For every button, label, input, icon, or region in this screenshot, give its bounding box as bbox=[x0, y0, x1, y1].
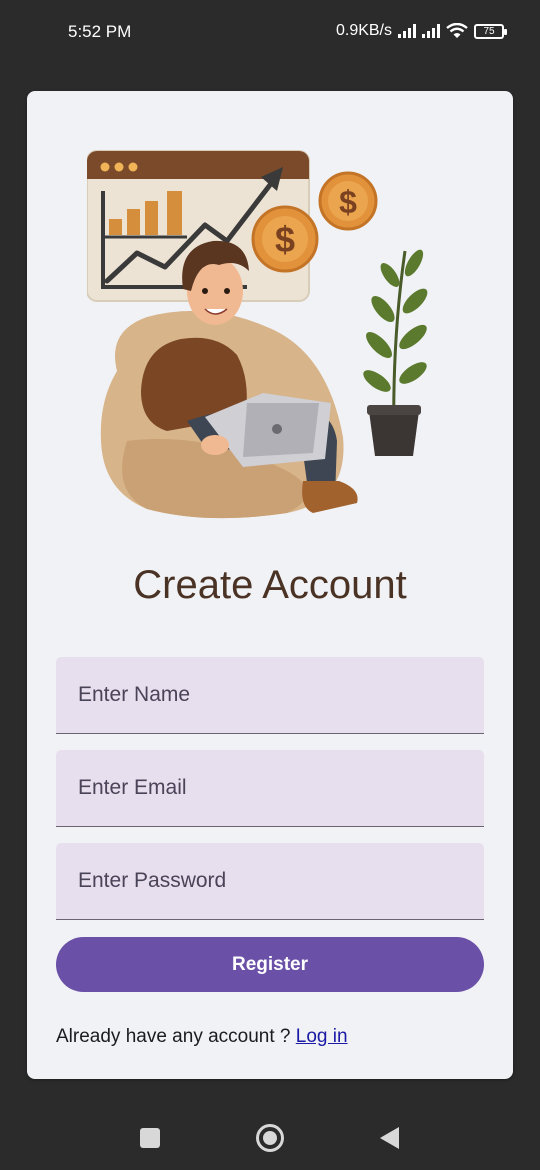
page-title: Create Account bbox=[133, 563, 407, 607]
signal-icon bbox=[422, 24, 440, 38]
svg-text:$: $ bbox=[339, 184, 357, 220]
battery-icon: 75 bbox=[474, 23, 507, 39]
email-field[interactable] bbox=[56, 750, 484, 827]
login-row: Already have any account ? Log in bbox=[56, 1026, 348, 1048]
navigation-bar bbox=[0, 1110, 540, 1170]
register-card: $ $ Create Account Enter Name Enter Emai… bbox=[27, 91, 513, 1079]
password-field[interactable] bbox=[56, 843, 484, 920]
status-icons: 0.9KB/s 75 bbox=[335, 22, 507, 40]
register-button[interactable]: Register bbox=[56, 937, 484, 992]
dollar-coin-icon: $ bbox=[251, 205, 319, 273]
home-circle-icon[interactable] bbox=[256, 1124, 284, 1152]
password-input[interactable] bbox=[56, 843, 484, 919]
status-time: 5:52 PM bbox=[68, 22, 132, 41]
back-triangle-icon[interactable] bbox=[380, 1127, 399, 1149]
svg-text:$: $ bbox=[275, 219, 295, 260]
name-input[interactable] bbox=[56, 657, 484, 733]
network-speed: 0.9KB/s bbox=[335, 22, 392, 39]
hero-illustration: $ $ bbox=[87, 150, 428, 519]
dollar-coin-icon: $ bbox=[318, 171, 378, 231]
signal-icon bbox=[398, 24, 416, 38]
potted-plant-icon bbox=[363, 249, 428, 456]
wifi-icon bbox=[446, 23, 468, 38]
login-prompt: Already have any account ? bbox=[56, 1026, 296, 1047]
status-bar: 5:52 PM 0.9KB/s 75 bbox=[0, 0, 540, 62]
recents-square-icon[interactable] bbox=[140, 1128, 160, 1148]
email-input[interactable] bbox=[56, 750, 484, 826]
login-link[interactable]: Log in bbox=[296, 1026, 348, 1047]
name-field[interactable] bbox=[56, 657, 484, 734]
